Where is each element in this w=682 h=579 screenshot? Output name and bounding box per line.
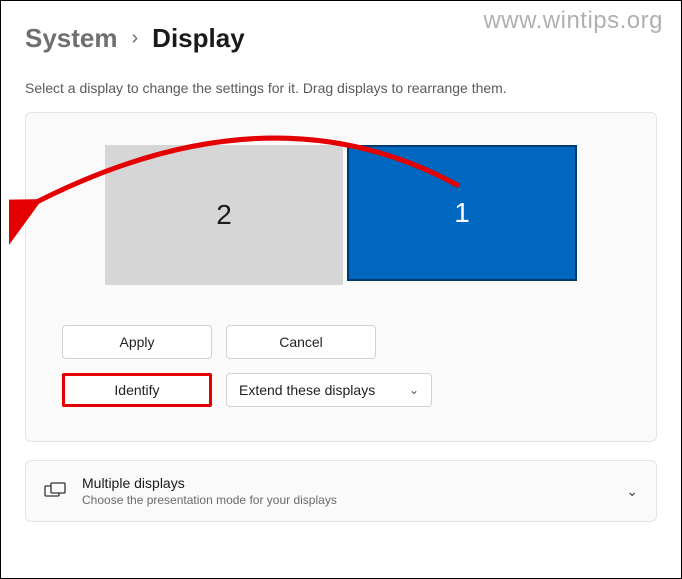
multiple-displays-row[interactable]: Multiple displays Choose the presentatio… xyxy=(25,460,657,522)
dropdown-selected-label: Extend these displays xyxy=(239,382,375,398)
identify-button[interactable]: Identify xyxy=(62,373,212,407)
multiple-displays-title: Multiple displays xyxy=(82,475,610,491)
cancel-button[interactable]: Cancel xyxy=(226,325,376,359)
chevron-down-icon: ⌄ xyxy=(626,483,638,500)
display-arrangement-card: 2 1 Apply Cancel Identify Extend these d… xyxy=(25,112,657,442)
display-2-label: 2 xyxy=(216,199,232,231)
apply-cancel-row: Apply Cancel xyxy=(62,325,620,359)
chevron-right-icon: › xyxy=(132,27,139,50)
multiple-displays-text: Multiple displays Choose the presentatio… xyxy=(82,475,610,507)
identify-row: Identify Extend these displays ⌄ xyxy=(62,373,620,407)
display-1-label: 1 xyxy=(454,197,470,229)
breadcrumb: System › Display xyxy=(25,23,657,54)
projection-mode-dropdown[interactable]: Extend these displays ⌄ xyxy=(226,373,432,407)
display-tile-2[interactable]: 2 xyxy=(105,145,343,285)
chevron-down-icon: ⌄ xyxy=(409,383,419,397)
display-tile-1[interactable]: 1 xyxy=(347,145,577,281)
multiple-displays-subtitle: Choose the presentation mode for your di… xyxy=(82,493,610,507)
breadcrumb-current: Display xyxy=(152,23,245,54)
displays-area: 2 1 xyxy=(62,145,620,285)
multiple-displays-icon xyxy=(44,482,66,500)
breadcrumb-parent[interactable]: System xyxy=(25,23,118,54)
apply-button[interactable]: Apply xyxy=(62,325,212,359)
help-text: Select a display to change the settings … xyxy=(25,80,657,96)
